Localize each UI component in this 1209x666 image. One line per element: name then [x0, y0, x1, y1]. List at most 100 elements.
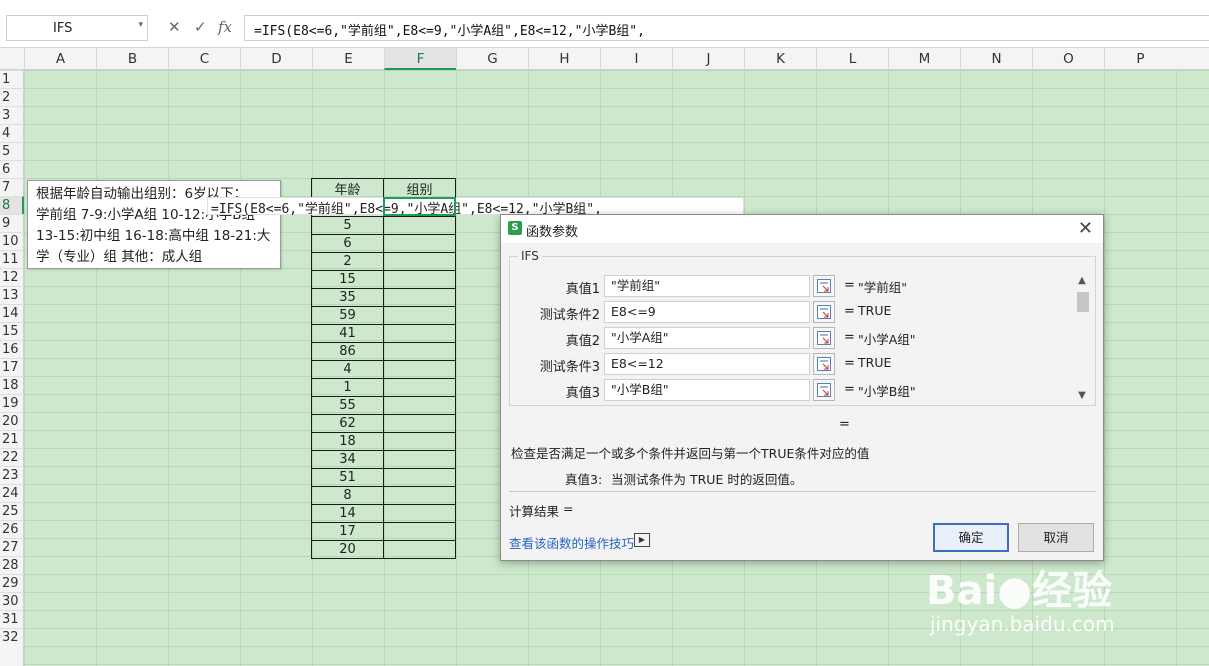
column-header-b[interactable]: B	[96, 48, 168, 70]
age-cell[interactable]: 86	[311, 342, 384, 361]
age-cell[interactable]: 2	[311, 252, 384, 271]
group-cell[interactable]	[383, 288, 456, 307]
age-cell[interactable]: 62	[311, 414, 384, 433]
age-cell[interactable]: 41	[311, 324, 384, 343]
age-cell[interactable]: 51	[311, 468, 384, 487]
row-header-10[interactable]: 10	[0, 232, 24, 250]
row-header-6[interactable]: 6	[0, 160, 24, 178]
range-picker-icon[interactable]	[813, 301, 835, 323]
name-box[interactable]: IFS ▾	[6, 15, 148, 41]
range-picker-icon[interactable]	[813, 275, 835, 297]
group-cell[interactable]	[383, 540, 456, 559]
group-cell[interactable]	[383, 306, 456, 325]
column-header-p[interactable]: P	[1104, 48, 1176, 70]
row-header-12[interactable]: 12	[0, 268, 24, 286]
row-header-1[interactable]: 1	[0, 70, 24, 88]
age-column-header[interactable]: 年龄	[311, 178, 384, 199]
column-header-h[interactable]: H	[528, 48, 600, 70]
column-header-k[interactable]: K	[744, 48, 816, 70]
cell-edit-overlay[interactable]: =IFS(E8<=6,"学前组",E8<=9,"小学A组",E8<=12,"小学…	[207, 197, 744, 217]
age-cell[interactable]: 1	[311, 378, 384, 397]
column-header-g[interactable]: G	[456, 48, 528, 70]
row-header-19[interactable]: 19	[0, 394, 24, 412]
row-header-21[interactable]: 21	[0, 430, 24, 448]
group-cell[interactable]	[383, 342, 456, 361]
arg-input[interactable]: E8<=12	[604, 353, 810, 375]
column-header-a[interactable]: A	[24, 48, 96, 70]
row-header-17[interactable]: 17	[0, 358, 24, 376]
help-tips-link[interactable]: 查看该函数的操作技巧	[509, 533, 634, 552]
group-cell[interactable]	[383, 396, 456, 415]
age-cell[interactable]: 20	[311, 540, 384, 559]
group-cell[interactable]	[383, 414, 456, 433]
row-header-22[interactable]: 22	[0, 448, 24, 466]
chevron-down-icon[interactable]: ▼	[1075, 390, 1089, 401]
column-header-o[interactable]: O	[1032, 48, 1104, 70]
age-cell[interactable]: 17	[311, 522, 384, 541]
fx-icon[interactable]: fx	[218, 18, 232, 36]
row-header-24[interactable]: 24	[0, 484, 24, 502]
row-header-18[interactable]: 18	[0, 376, 24, 394]
arguments-scrollbar[interactable]: ▲ ▼	[1075, 275, 1089, 401]
age-cell[interactable]: 5	[311, 216, 384, 235]
check-icon[interactable]: ✓	[194, 18, 207, 36]
row-header-15[interactable]: 15	[0, 322, 24, 340]
age-cell[interactable]: 35	[311, 288, 384, 307]
group-cell[interactable]	[383, 450, 456, 469]
column-header-c[interactable]: C	[168, 48, 240, 70]
chevron-down-icon[interactable]: ▾	[138, 20, 143, 30]
dialog-titlebar[interactable]: S 函数参数 ✕	[501, 215, 1103, 243]
formula-input[interactable]: =IFS(E8<=6,"学前组",E8<=9,"小学A组",E8<=12,"小学…	[244, 15, 1209, 41]
column-header-m[interactable]: M	[888, 48, 960, 70]
row-header-4[interactable]: 4	[0, 124, 24, 142]
row-header-20[interactable]: 20	[0, 412, 24, 430]
row-header-14[interactable]: 14	[0, 304, 24, 322]
row-header-9[interactable]: 9	[0, 214, 24, 232]
group-cell[interactable]	[383, 234, 456, 253]
row-header-26[interactable]: 26	[0, 520, 24, 538]
column-header-j[interactable]: J	[672, 48, 744, 70]
row-header-2[interactable]: 2	[0, 88, 24, 106]
group-column-header[interactable]: 组别	[383, 178, 456, 199]
group-cell[interactable]	[383, 378, 456, 397]
age-cell[interactable]: 34	[311, 450, 384, 469]
group-cell[interactable]	[383, 468, 456, 487]
column-header-f[interactable]: F	[384, 48, 456, 70]
age-cell[interactable]: 14	[311, 504, 384, 523]
arg-input[interactable]: "小学B组"	[604, 379, 810, 401]
arg-input[interactable]: "学前组"	[604, 275, 810, 297]
group-cell[interactable]	[383, 486, 456, 505]
scrollbar-thumb[interactable]	[1077, 292, 1089, 312]
chevron-up-icon[interactable]: ▲	[1075, 275, 1089, 286]
row-header-31[interactable]: 31	[0, 610, 24, 628]
age-cell[interactable]: 6	[311, 234, 384, 253]
video-play-icon[interactable]: ▶	[634, 533, 650, 547]
row-header-25[interactable]: 25	[0, 502, 24, 520]
column-header-d[interactable]: D	[240, 48, 312, 70]
column-header-i[interactable]: I	[600, 48, 672, 70]
age-cell[interactable]: 15	[311, 270, 384, 289]
row-header-28[interactable]: 28	[0, 556, 24, 574]
group-cell[interactable]	[383, 252, 456, 271]
row-header-11[interactable]: 11	[0, 250, 24, 268]
range-picker-icon[interactable]	[813, 379, 835, 401]
row-header-7[interactable]: 7	[0, 178, 24, 196]
row-header-23[interactable]: 23	[0, 466, 24, 484]
column-header-l[interactable]: L	[816, 48, 888, 70]
group-cell[interactable]	[383, 324, 456, 343]
arg-input[interactable]: "小学A组"	[604, 327, 810, 349]
group-cell[interactable]	[383, 360, 456, 379]
group-cell[interactable]	[383, 432, 456, 451]
row-header-8[interactable]: 8	[0, 196, 24, 214]
column-header-e[interactable]: E	[312, 48, 384, 70]
age-cell[interactable]: 8	[311, 486, 384, 505]
cancel-button[interactable]: 取消	[1018, 523, 1094, 552]
group-cell[interactable]	[383, 504, 456, 523]
range-picker-icon[interactable]	[813, 353, 835, 375]
row-header-5[interactable]: 5	[0, 142, 24, 160]
age-cell[interactable]: 59	[311, 306, 384, 325]
close-icon[interactable]: ✕	[168, 18, 181, 36]
range-picker-icon[interactable]	[813, 327, 835, 349]
row-header-32[interactable]: 32	[0, 628, 24, 646]
row-header-30[interactable]: 30	[0, 592, 24, 610]
